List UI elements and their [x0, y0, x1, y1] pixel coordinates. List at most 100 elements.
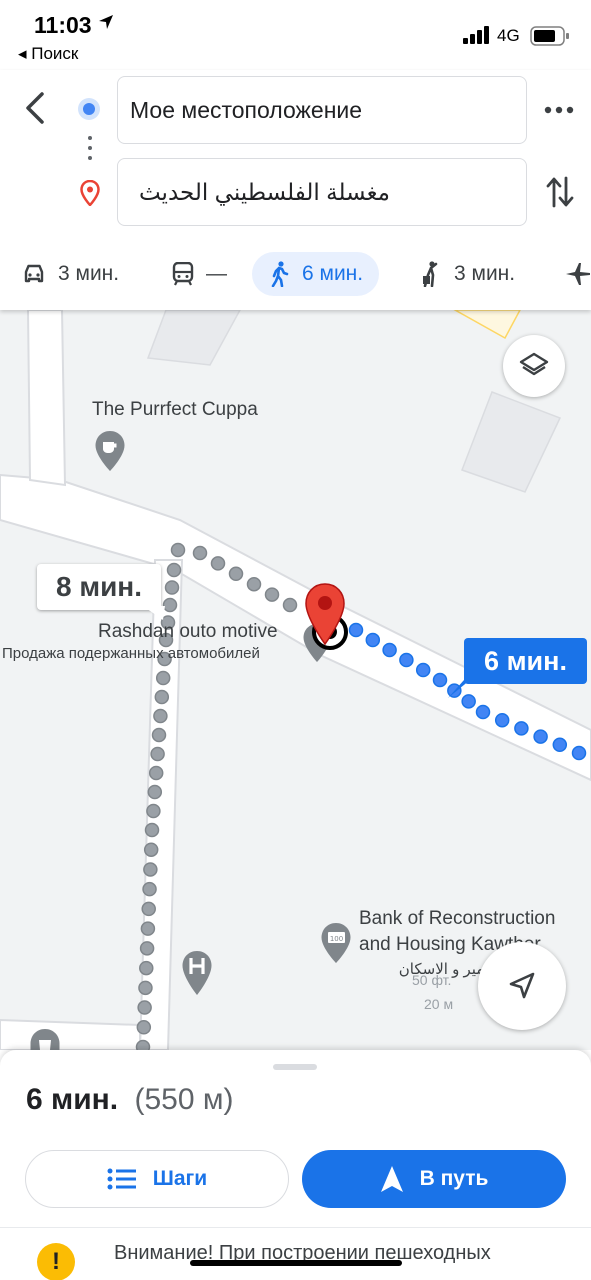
alt-route-callout[interactable]: 8 мин. [37, 564, 161, 610]
tab-transit[interactable]: — [172, 252, 227, 296]
alt-route-dot [138, 980, 153, 996]
car-icon [24, 264, 44, 283]
destination-pin-icon [80, 180, 100, 206]
flight-icon [566, 263, 590, 285]
svg-text:100: 100 [330, 935, 343, 943]
map-view[interactable]: The Purrfect Cuppa Rashdan outo motive П… [0, 310, 591, 1050]
origin-dot-icon [78, 98, 100, 120]
route-dot [432, 672, 448, 688]
route-dot [533, 729, 548, 744]
steps-button-label: Шаги [152, 1167, 208, 1190]
alt-route-dot [282, 597, 298, 613]
sheet-divider [0, 1227, 591, 1228]
tab-rideshare[interactable]: 3 мин. [420, 252, 515, 296]
my-location-button[interactable] [478, 942, 566, 1030]
status-time: 11:03 [34, 12, 92, 38]
origin-input[interactable]: Мое местоположение [117, 76, 527, 144]
directions-header: Мое местоположение مغسلة الفلسطيني الحدي… [0, 70, 591, 310]
alt-callout-tail [143, 606, 165, 620]
bank-pin-icon[interactable]: 100 [320, 922, 352, 964]
alt-route-dot [143, 842, 159, 857]
home-indicator[interactable] [190, 1260, 402, 1266]
route-callout-tail [448, 680, 470, 698]
tab-walking[interactable]: 6 мин. [252, 252, 380, 296]
poi-car-dealer-label[interactable]: Rashdan outo motive [98, 621, 278, 643]
connector-dots-icon [88, 136, 92, 166]
route-dot [415, 662, 431, 678]
list-icon [107, 1168, 136, 1190]
alt-route-dot [139, 960, 154, 976]
route-dot [399, 652, 414, 668]
destination-input[interactable]: مغسلة الفلسطيني الحديث [117, 158, 527, 226]
map-layers-button[interactable] [503, 335, 565, 397]
tab-flights[interactable] [565, 252, 591, 296]
alt-route-dot [162, 597, 178, 613]
travel-mode-tabs: 3 мин. — 6 мин. 3 мин. [0, 248, 591, 300]
battery-icon [530, 26, 569, 46]
tab-transit-label: — [206, 262, 227, 285]
alt-route-dot [228, 566, 244, 582]
alt-route-dot [148, 765, 164, 781]
route-summary: 6 мин. (550 м) [26, 1083, 233, 1117]
poi-cafe-label[interactable]: The Purrfect Cuppa [92, 399, 258, 421]
steps-button[interactable]: Шаги [25, 1150, 289, 1208]
alt-route-dot [140, 921, 156, 936]
alt-route-dot [166, 562, 182, 578]
location-arrow-icon [99, 15, 113, 29]
route-dot [382, 642, 397, 658]
navigation-arrow-icon [509, 972, 535, 999]
swap-direction-icon[interactable] [545, 174, 575, 210]
shopping-pin-icon[interactable] [29, 1028, 61, 1050]
route-dot [552, 737, 568, 753]
alt-route-dot [142, 881, 157, 897]
tab-driving[interactable]: 3 мин. [22, 252, 119, 296]
alt-route-dot [141, 901, 156, 917]
start-navigation-button[interactable]: В путь [302, 1150, 566, 1208]
route-callout[interactable]: 6 мин. [464, 638, 587, 684]
transit-icon [172, 262, 194, 286]
alt-route-dot [264, 587, 280, 602]
status-bar: 11:03 ◂ Поиск 4G [0, 0, 591, 70]
back-to-app-link[interactable]: ◂ Поиск [18, 44, 78, 64]
cafe-pin-icon[interactable] [94, 430, 126, 472]
alt-route-dot [144, 822, 160, 838]
hospital-pin-icon[interactable] [181, 950, 213, 996]
red-pin-icon [305, 583, 345, 646]
scale-feet: 50 фт. [412, 972, 452, 988]
route-distance: (550 м) [134, 1083, 234, 1116]
tab-walking-label: 6 мин. [302, 262, 364, 285]
alt-route-dot [246, 576, 262, 592]
route-dot [475, 704, 491, 720]
start-button-label: В путь [419, 1167, 489, 1190]
warning-icon: ! [37, 1243, 75, 1280]
network-type: 4G [497, 26, 520, 45]
alt-route-dot [143, 862, 158, 877]
alt-route-dot [136, 1020, 152, 1035]
route-bottom-sheet: 6 мин. (550 м) Шаги В путь ! Внимание! П… [0, 1050, 591, 1280]
route-dot [365, 632, 381, 648]
route-dot [571, 745, 587, 761]
walk-icon [271, 261, 289, 287]
route-dot [494, 712, 510, 728]
alt-route-dot [170, 542, 186, 558]
rideshare-icon [423, 261, 438, 287]
poi-bank-label-1[interactable]: Bank of Reconstruction [359, 908, 555, 930]
sheet-drag-handle[interactable] [273, 1064, 317, 1070]
alt-route-dot [210, 556, 226, 571]
cellular-signal-icon [463, 26, 489, 44]
route-duration: 6 мин. [26, 1083, 119, 1116]
alt-route-dot [147, 784, 163, 800]
scale-meters: 20 м [424, 996, 454, 1012]
tab-driving-label: 3 мин. [58, 262, 120, 285]
route-dot [514, 721, 529, 736]
alt-route-dot [155, 670, 171, 686]
alt-route-dot [151, 727, 167, 743]
alt-route-dot [137, 1000, 152, 1015]
tab-rideshare-label: 3 мин. [454, 262, 516, 285]
more-options-icon[interactable] [544, 104, 574, 116]
alt-route-dot [150, 746, 165, 762]
alt-route-dot [139, 941, 155, 956]
back-arrow-icon[interactable] [18, 88, 54, 128]
alt-route-dot [146, 803, 161, 819]
alt-route-dot [135, 1039, 151, 1050]
